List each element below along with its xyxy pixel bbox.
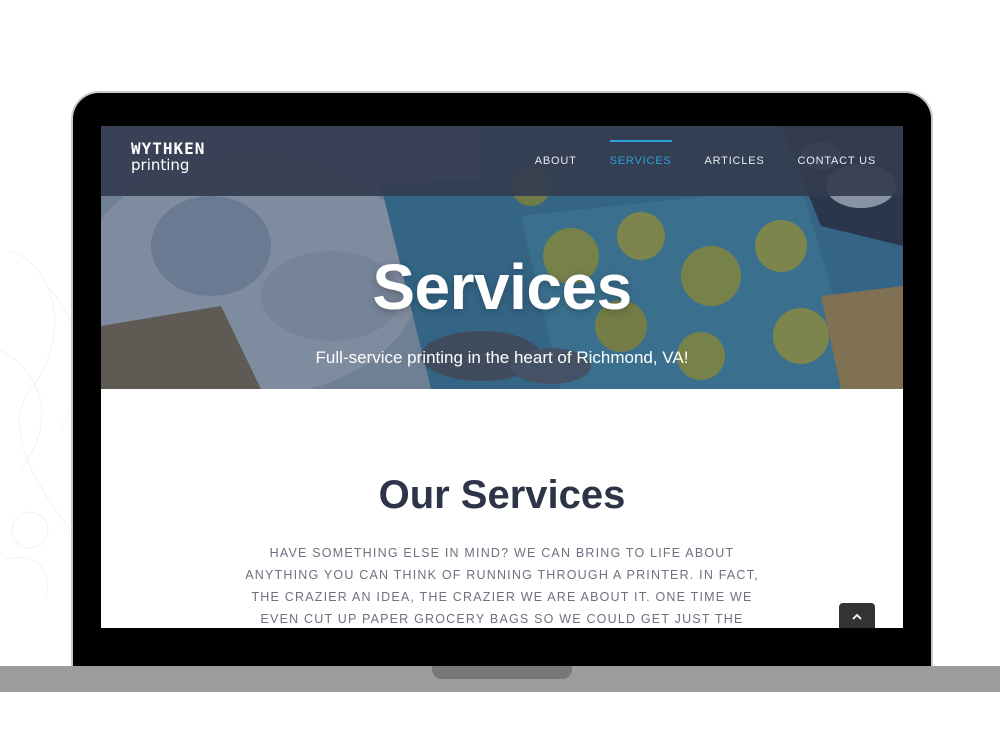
chevron-up-icon [852, 613, 862, 620]
nav-item-articles[interactable]: ARTICLES [705, 149, 765, 173]
nav-item-about[interactable]: ABOUT [535, 149, 577, 173]
browser-viewport: WYTHKEN printing ABOUT SERVICES ARTICLES… [101, 126, 903, 628]
brand-logo[interactable]: WYTHKEN printing [131, 141, 205, 173]
section-body-text: Have something else in mind? We can brin… [245, 546, 759, 626]
scroll-to-top-button[interactable] [839, 603, 875, 628]
brand-logo-tagline: printing [131, 156, 190, 174]
top-navbar: WYTHKEN printing ABOUT SERVICES ARTICLES… [101, 126, 903, 196]
nav-item-contact-us[interactable]: CONTACT US [798, 149, 877, 173]
hero-title: Services [372, 251, 632, 323]
main-nav: ABOUT SERVICES ARTICLES CONTACT US [535, 126, 876, 196]
services-section: Our Services Have something else in mind… [101, 389, 903, 628]
nav-item-services[interactable]: SERVICES [609, 140, 672, 173]
section-heading: Our Services [378, 473, 626, 517]
brand-logo-wordmark: WYTHKEN [131, 139, 206, 158]
hero-subtitle: Full-service printing in the heart of Ri… [315, 348, 689, 367]
laptop-notch [432, 666, 572, 679]
hero-banner: WYTHKEN printing ABOUT SERVICES ARTICLES… [101, 126, 903, 389]
